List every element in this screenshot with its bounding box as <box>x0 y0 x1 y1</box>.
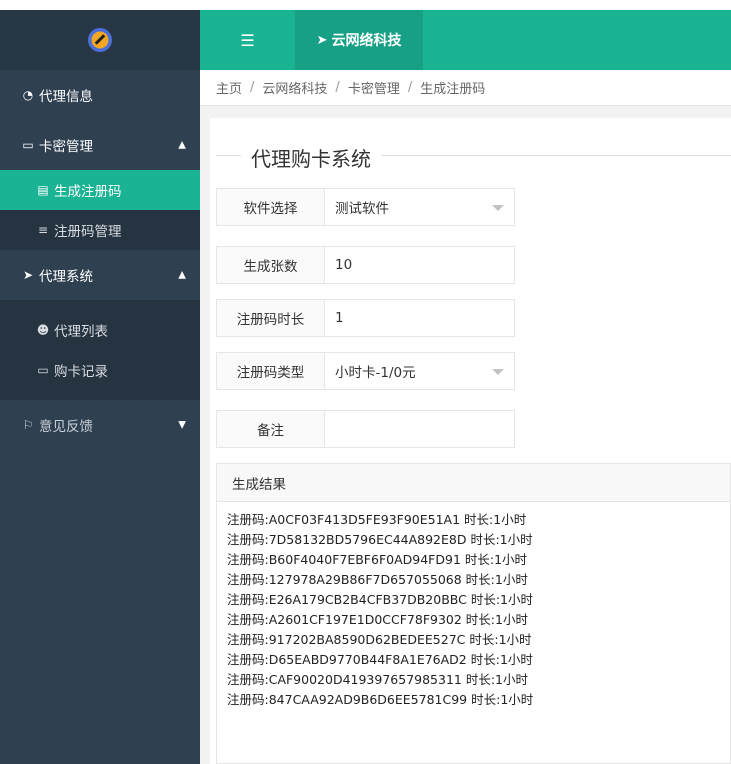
result-line: 注册码:A0CF03F413D5FE93F90E51A1 时长:1小时 <box>227 512 527 527</box>
browser-top-strip <box>0 0 731 10</box>
type-select-row: 注册码类型 小时卡-1/0元 <box>216 352 515 390</box>
sidebar-item-label: 意见反馈 <box>39 419 93 435</box>
result-box: 生成结果 注册码:A0CF03F413D5FE93F90E51A1 时长:1小时… <box>216 463 731 764</box>
breadcrumb-separator: / <box>407 80 413 95</box>
sidebar-item-agent-info[interactable]: ◔ 代理信息 <box>0 70 200 120</box>
bars-icon: ≡ <box>37 223 49 237</box>
sidebar-item-code-management[interactable]: ≡ 注册码管理 <box>0 210 200 250</box>
users-icon: ☻ <box>36 323 50 337</box>
sidebar: ◔ 代理信息 ▭ 卡密管理 ▲ ▤ 生成注册码 ≡ 注册码管理 ➤ 代理系统 ▲… <box>0 10 200 764</box>
submenu-spacer <box>0 300 200 310</box>
result-title: 生成结果 <box>217 464 730 502</box>
breadcrumb-separator: / <box>335 80 340 95</box>
sidebar-item-label: 代理系统 <box>39 269 93 285</box>
software-select[interactable]: 测试软件 <box>325 188 515 226</box>
breadcrumb-separator: / <box>250 80 255 95</box>
card-list-icon: ▤ <box>37 183 49 197</box>
window-icon: ▭ <box>22 138 34 152</box>
chevron-down-icon <box>492 205 504 211</box>
sidebar-item-label: 代理信息 <box>39 89 93 105</box>
breadcrumb: 主页 / 云网络科技 / 卡密管理 / 生成注册码 <box>200 70 731 106</box>
sidebar-submenu-agent: ☻ 代理列表 ▭ 购卡记录 <box>0 300 200 400</box>
credit-card-icon: ▭ <box>37 363 49 377</box>
duration-input[interactable]: 1 <box>325 299 515 337</box>
result-line: 注册码:127978A29B86F7D657055068 时长:1小时 <box>227 572 528 587</box>
breadcrumb-company[interactable]: 云网络科技 <box>262 78 327 97</box>
header-brand-label: 云网络科技 <box>331 33 402 49</box>
sidebar-item-agent-system[interactable]: ➤ 代理系统 ▲ <box>0 250 200 300</box>
result-line: 注册码:B60F4040F7EBF6F0AD94FD91 时长:1小时 <box>227 552 528 567</box>
sidebar-item-agent-list[interactable]: ☻ 代理列表 <box>0 310 200 350</box>
sidebar-item-card-management[interactable]: ▭ 卡密管理 ▲ <box>0 120 200 170</box>
result-line: 注册码:CAF90020D419397657985311 时长:1小时 <box>227 672 529 687</box>
sidebar-item-label: 代理列表 <box>54 324 108 340</box>
sidebar-item-label: 注册码管理 <box>54 224 122 240</box>
duration-label: 注册码时长 <box>216 299 325 337</box>
header-brand-tab[interactable]: ➤ 云网络科技 <box>295 10 423 70</box>
breadcrumb-card-management[interactable]: 卡密管理 <box>348 78 400 97</box>
sidebar-item-feedback[interactable]: ⚐ 意见反馈 ▼ <box>0 400 200 450</box>
panel-legend: 代理购卡系统 <box>216 140 731 172</box>
type-select[interactable]: 小时卡-1/0元 <box>325 352 515 390</box>
count-label: 生成张数 <box>216 246 325 284</box>
caret-up-icon: ▲ <box>178 269 186 281</box>
submenu-spacer <box>0 390 200 400</box>
remark-input[interactable] <box>325 410 515 448</box>
breadcrumb-current: 生成注册码 <box>420 82 486 97</box>
sidebar-item-label: 生成注册码 <box>54 184 122 200</box>
logo-area <box>0 10 200 70</box>
send-icon: ➤ <box>22 268 34 282</box>
flag-icon: ⚐ <box>22 418 34 432</box>
caret-up-icon: ▲ <box>178 139 186 151</box>
caret-down-icon: ▼ <box>178 419 186 431</box>
breadcrumb-home[interactable]: 主页 <box>216 78 242 97</box>
result-line: 注册码:A2601CF197E1D0CCF78F9302 时长:1小时 <box>227 612 528 627</box>
remark-label: 备注 <box>216 410 325 448</box>
result-line: 注册码:847CAA92AD9B6D6EE5781C99 时长:1小时 <box>227 692 534 707</box>
software-select-value: 测试软件 <box>335 201 389 217</box>
duration-row: 注册码时长 1 <box>216 299 515 337</box>
sidebar-item-label: 卡密管理 <box>39 139 93 155</box>
sidebar-item-label: 购卡记录 <box>54 364 108 380</box>
type-select-label: 注册码类型 <box>216 352 325 390</box>
chevron-down-icon <box>492 369 504 375</box>
type-select-value: 小时卡-1/0元 <box>335 365 416 381</box>
result-line: 注册码:E26A179CB2B4CFB37DB20BBC 时长:1小时 <box>227 592 534 607</box>
sidebar-item-generate-code[interactable]: ▤ 生成注册码 <box>0 170 200 210</box>
main-panel: 代理购卡系统 软件选择 测试软件 生成张数 10 注册码时长 1 注册码类型 小… <box>210 118 731 764</box>
menu-indent-icon[interactable]: ☰ <box>200 10 295 70</box>
sidebar-submenu-card: ▤ 生成注册码 ≡ 注册码管理 <box>0 170 200 250</box>
top-header: ☰ ➤ 云网络科技 <box>200 10 731 70</box>
software-select-label: 软件选择 <box>216 188 325 226</box>
logo-icon[interactable] <box>88 28 112 52</box>
result-line: 注册码:7D58132BD5796EC44A892E8D 时长:1小时 <box>227 532 533 547</box>
paper-plane-icon: ➤ <box>316 32 328 48</box>
page-title: 代理购卡系统 <box>241 143 381 172</box>
dashboard-icon: ◔ <box>22 88 34 102</box>
count-input[interactable]: 10 <box>325 246 515 284</box>
result-textarea[interactable]: 注册码:A0CF03F413D5FE93F90E51A1 时长:1小时 注册码:… <box>217 502 730 718</box>
sidebar-item-purchase-records[interactable]: ▭ 购卡记录 <box>0 350 200 390</box>
result-line: 注册码:D65EABD9770B44F8A1E76AD2 时长:1小时 <box>227 652 533 667</box>
software-select-row: 软件选择 测试软件 <box>216 188 515 226</box>
remark-row: 备注 <box>216 410 515 448</box>
count-row: 生成张数 10 <box>216 246 515 284</box>
result-line: 注册码:917202BA8590D62BEDEE527C 时长:1小时 <box>227 632 532 647</box>
